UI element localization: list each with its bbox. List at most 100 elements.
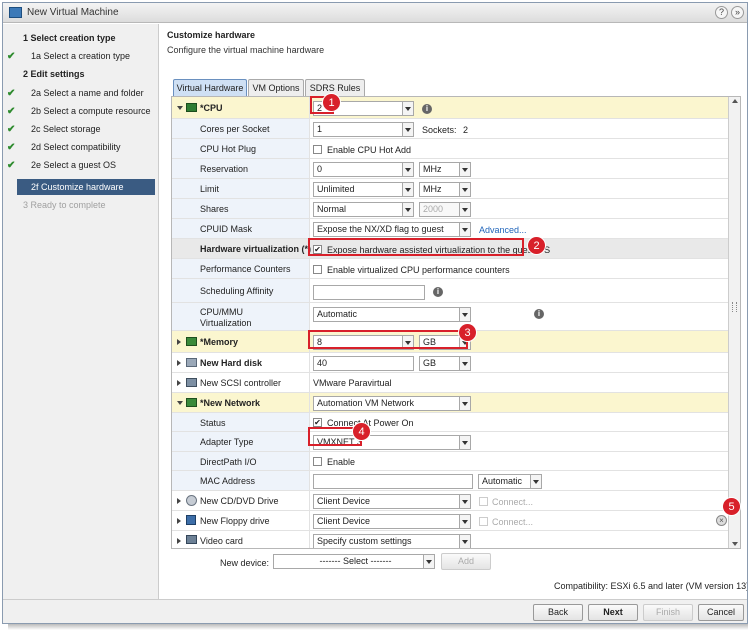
- mac-label: MAC Address: [200, 476, 256, 486]
- new-device-select[interactable]: ------- Select -------: [273, 554, 435, 569]
- affinity-input[interactable]: [313, 285, 425, 300]
- expand-icon[interactable]: [177, 498, 181, 504]
- step-1[interactable]: 1 Select creation type: [3, 30, 159, 47]
- scsi-value: VMware Paravirtual: [313, 378, 392, 388]
- remove-device-icon[interactable]: ×: [716, 515, 727, 526]
- net-status-label: Status: [200, 418, 226, 428]
- hwvirt-label: Hardware virtualization (*): [200, 244, 312, 254]
- shares-select[interactable]: Normal: [313, 202, 414, 217]
- video-card-select[interactable]: Specify custom settings: [313, 534, 471, 548]
- expand-icon[interactable]: [177, 518, 181, 524]
- highlight-box-2: [308, 238, 524, 256]
- hotplug-text: Enable CPU Hot Add: [327, 145, 412, 155]
- page-title: Customize hardware: [167, 30, 256, 40]
- callout-badge-3: 3: [458, 323, 477, 342]
- video-card-row: Video card Specify custom settings: [172, 531, 728, 548]
- title-bar: New Virtual Machine ? »: [3, 3, 747, 23]
- next-button[interactable]: Next: [588, 604, 638, 621]
- mac-input[interactable]: [313, 474, 473, 489]
- info-icon[interactable]: i: [422, 104, 432, 114]
- floppy-select[interactable]: Client Device: [313, 514, 471, 529]
- expand-icon[interactable]: [177, 380, 181, 386]
- scsi-controller-icon: [186, 378, 197, 387]
- tab-virtual-hardware[interactable]: Virtual Hardware: [173, 79, 247, 96]
- step-2d[interactable]: ✔ 2d Select compatibility: [3, 139, 159, 156]
- check-icon: ✔: [7, 88, 16, 99]
- step-2c[interactable]: ✔ 2c Select storage: [3, 121, 159, 138]
- hard-disk-icon: [186, 358, 197, 367]
- hard-disk-row: New Hard disk 40 GB: [172, 353, 728, 373]
- advanced-link[interactable]: Advanced...: [479, 225, 527, 235]
- cores-row: Cores per Socket 1 Sockets: 2: [172, 119, 728, 139]
- step-2a[interactable]: ✔ 2a Select a name and folder: [3, 85, 159, 102]
- page-subtitle: Configure the virtual machine hardware: [167, 45, 325, 55]
- new-vm-wizard-window: New Virtual Machine ? » 1 Select creatio…: [2, 2, 748, 624]
- help-icon[interactable]: ?: [715, 6, 728, 19]
- reservation-input[interactable]: 0: [313, 162, 414, 177]
- network-select[interactable]: Automation VM Network: [313, 396, 471, 411]
- wizard-steps: 1 Select creation type ✔ 1a Select a crea…: [3, 24, 159, 604]
- virtual-hardware-panel: *CPU 2 i Cores per Socket 1 Sockets: 2 C…: [171, 96, 741, 549]
- cd-dvd-select[interactable]: Client Device: [313, 494, 471, 509]
- scroll-grip-icon[interactable]: [732, 302, 737, 312]
- mmu-select[interactable]: Automatic: [313, 307, 471, 322]
- info-icon[interactable]: i: [433, 287, 443, 297]
- limit-input[interactable]: Unlimited: [313, 182, 414, 197]
- check-icon: ✔: [7, 106, 16, 117]
- shares-value-input: 2000: [419, 202, 471, 217]
- add-device-button[interactable]: Add: [441, 553, 491, 570]
- info-icon[interactable]: i: [534, 309, 544, 319]
- scroll-down-icon[interactable]: [732, 542, 738, 546]
- scroll-up-icon[interactable]: [732, 99, 738, 103]
- affinity-row: Scheduling Affinity i: [172, 279, 728, 303]
- cancel-button[interactable]: Cancel: [698, 604, 744, 621]
- net-status-row: Status ✔ Connect At Power On: [172, 413, 728, 432]
- tab-vm-options[interactable]: VM Options: [248, 79, 304, 96]
- new-device-label: New device:: [220, 558, 270, 568]
- expand-icon[interactable]: [177, 339, 181, 345]
- step-3: 3 Ready to complete: [23, 200, 106, 210]
- cpuid-select[interactable]: Expose the NX/XD flag to guest: [313, 222, 471, 237]
- step-2f-active[interactable]: 2f Customize hardware: [3, 179, 159, 196]
- shares-row: Shares Normal 2000: [172, 199, 728, 219]
- finish-button[interactable]: Finish: [643, 604, 693, 621]
- cores-select[interactable]: 1: [313, 122, 414, 137]
- mac-row: MAC Address Automatic: [172, 471, 728, 491]
- hotplug-row: CPU Hot Plug Enable CPU Hot Add: [172, 139, 728, 159]
- hardware-scrollbar[interactable]: [728, 97, 740, 548]
- connect-power-on-checkbox[interactable]: ✔: [313, 418, 322, 427]
- cores-label: Cores per Socket: [200, 124, 270, 134]
- directpath-row: DirectPath I/O Enable: [172, 452, 728, 471]
- step-2b[interactable]: ✔ 2b Select a compute resource: [3, 103, 159, 120]
- perf-checkbox[interactable]: [313, 265, 322, 274]
- collapse-icon[interactable]: [177, 106, 183, 110]
- perf-text: Enable virtualized CPU performance count…: [327, 265, 510, 275]
- check-icon: ✔: [7, 124, 16, 135]
- perf-row: Performance Counters Enable virtualized …: [172, 259, 728, 279]
- check-icon: ✔: [7, 51, 16, 62]
- check-icon: ✔: [7, 142, 16, 153]
- directpath-checkbox[interactable]: [313, 457, 322, 466]
- disk-unit-select[interactable]: GB: [419, 356, 471, 371]
- callout-badge-2: 2: [527, 236, 546, 255]
- expand-icon[interactable]: »: [731, 6, 744, 19]
- expand-icon[interactable]: [177, 538, 181, 544]
- step-2[interactable]: 2 Edit settings: [3, 66, 159, 83]
- limit-row: Limit Unlimited MHz: [172, 179, 728, 199]
- adapter-type-row: Adapter Type VMXNET 3: [172, 432, 728, 452]
- mac-mode-select[interactable]: Automatic: [478, 474, 542, 489]
- collapse-icon[interactable]: [177, 401, 183, 405]
- expand-icon[interactable]: [177, 360, 181, 366]
- perf-label: Performance Counters: [200, 264, 291, 274]
- floppy-connect-checkbox: [479, 517, 488, 526]
- floppy-icon: [186, 515, 196, 525]
- disk-size-input[interactable]: 40: [313, 356, 414, 371]
- hotplug-checkbox[interactable]: [313, 145, 322, 154]
- hard-disk-label: New Hard disk: [200, 358, 263, 368]
- step-1a[interactable]: ✔ 1a Select a creation type: [3, 48, 159, 65]
- reservation-unit-select[interactable]: MHz: [419, 162, 471, 177]
- limit-unit-select[interactable]: MHz: [419, 182, 471, 197]
- hotplug-label: CPU Hot Plug: [200, 144, 257, 154]
- back-button[interactable]: Back: [533, 604, 583, 621]
- step-2e[interactable]: ✔ 2e Select a guest OS: [3, 157, 159, 174]
